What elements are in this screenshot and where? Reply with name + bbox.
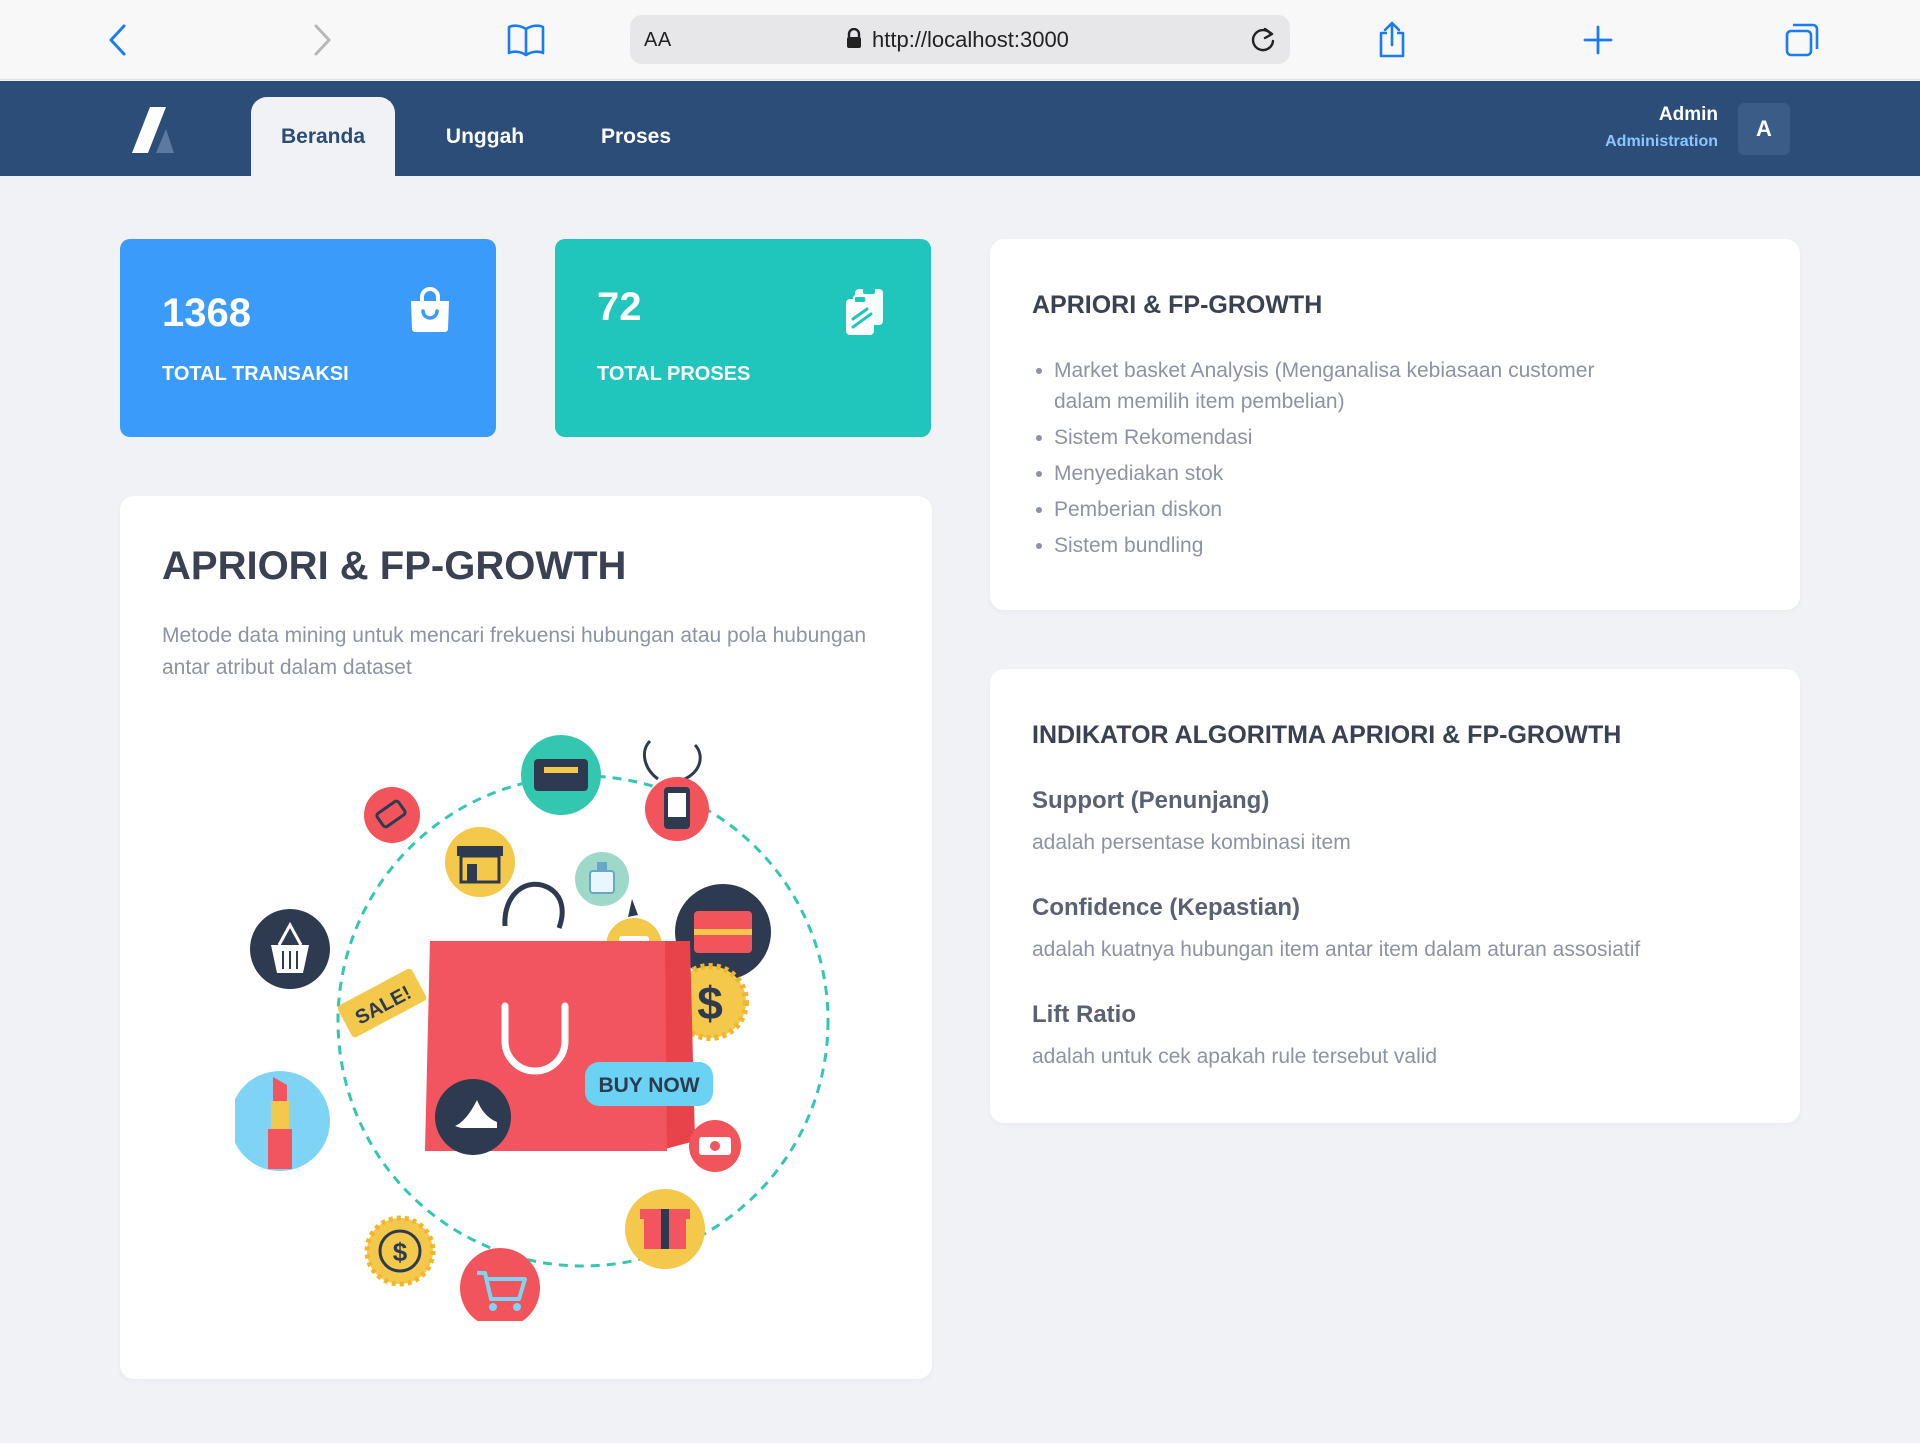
buy-now-badge: BUY NOW [585, 1062, 713, 1106]
shopping-bag-illustration [425, 881, 695, 1155]
hero-title: APRIORI & FP-GROWTH [162, 544, 627, 588]
tag-icon [364, 787, 420, 843]
uses-card-title: APRIORI & FP-GROWTH [1032, 291, 1323, 319]
phone-icon [642, 739, 709, 841]
sale-tag-icon: SALE! [337, 968, 427, 1038]
gift-icon [625, 1189, 705, 1269]
indicator-description: adalah kuatnya hubungan item antar item … [1032, 938, 1641, 961]
stat-card-transaksi: 1368 TOTAL TRANSAKSI [120, 239, 496, 437]
shopping-bag-icon [408, 287, 452, 338]
stat-value: 72 [597, 285, 642, 329]
svg-text:$: $ [697, 977, 723, 1029]
svg-text:$: $ [393, 1237, 408, 1267]
svg-text:BUY NOW: BUY NOW [598, 1074, 699, 1097]
hero-card: APRIORI & FP-GROWTH Metode data mining u… [120, 496, 932, 1379]
stat-card-proses: 72 TOTAL PROSES [555, 239, 931, 437]
user-role: Administration [1605, 133, 1718, 150]
list-item: Market basket Analysis (Menganalisa kebi… [1036, 355, 1614, 417]
list-item: Pemberian diskon [1036, 494, 1614, 525]
money-icon [689, 1120, 741, 1172]
share-icon[interactable] [1372, 20, 1412, 60]
forward-icon[interactable] [302, 20, 342, 60]
indicator-name: Lift Ratio [1032, 1001, 1136, 1028]
stat-label: TOTAL TRANSAKSI [162, 363, 349, 385]
address-bar[interactable]: AA http://localhost:3000 [630, 15, 1290, 64]
lock-icon [845, 27, 863, 55]
user-name: Admin [1658, 104, 1718, 125]
basket-icon [250, 909, 330, 989]
indicator-description: adalah untuk cek apakah rule tersebut va… [1032, 1045, 1438, 1068]
indicators-card-title: INDIKATOR ALGORITMA APRIORI & FP-GROWTH [1032, 721, 1622, 749]
shop-icon [445, 827, 515, 897]
list-item: Menyediakan stok [1036, 458, 1614, 489]
lipstick-icon [235, 1071, 330, 1171]
url-text[interactable]: http://localhost:3000 [872, 27, 1069, 53]
tabs-overview-icon[interactable] [1782, 20, 1822, 60]
app-logo[interactable] [128, 105, 182, 155]
coin-icon: $ [364, 1215, 436, 1287]
tab-proses[interactable]: Proses [580, 97, 692, 176]
reload-icon[interactable] [1248, 25, 1278, 60]
bookmarks-icon[interactable] [506, 20, 546, 60]
uses-list: Market basket Analysis (Menganalisa kebi… [1036, 355, 1614, 566]
stat-value: 1368 [162, 291, 251, 335]
shopping-illustration: $ SALE! BUY NOW $ [235, 735, 830, 1321]
browser-toolbar: AA http://localhost:3000 [0, 0, 1920, 80]
hero-description: Metode data mining untuk mencari frekuen… [162, 624, 867, 679]
tab-beranda[interactable]: Beranda [251, 97, 395, 176]
indicators-card: INDIKATOR ALGORITMA APRIORI & FP-GROWTH … [990, 669, 1800, 1123]
avatar[interactable]: A [1738, 103, 1790, 155]
wallet-icon [521, 735, 601, 815]
indicator-name: Support (Penunjang) [1032, 787, 1270, 814]
new-tab-icon[interactable] [1578, 20, 1618, 60]
list-item: Sistem bundling [1036, 530, 1614, 561]
list-item: Sistem Rekomendasi [1036, 422, 1614, 453]
perfume-icon [575, 852, 629, 906]
indicator-name: Confidence (Kepastian) [1032, 894, 1301, 921]
indicator-description: adalah persentase kombinasi item [1032, 831, 1351, 854]
main-navbar: Beranda Unggah Proses Admin Administrati… [0, 81, 1920, 176]
tab-unggah[interactable]: Unggah [420, 97, 550, 176]
text-size-button[interactable]: AA [644, 29, 672, 52]
clipboards-icon [843, 287, 887, 342]
back-icon[interactable] [98, 20, 138, 60]
stat-label: TOTAL PROSES [597, 363, 751, 385]
uses-card: APRIORI & FP-GROWTH Market basket Analys… [990, 239, 1800, 610]
